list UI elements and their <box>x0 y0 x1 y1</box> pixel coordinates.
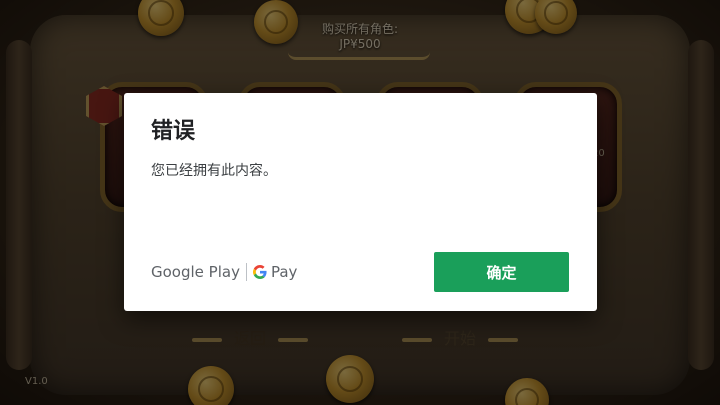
dialog-title: 错误 <box>151 119 196 144</box>
google-g-icon <box>252 265 267 279</box>
confirm-button[interactable]: 确定 <box>434 252 569 292</box>
google-play-text: Google Play <box>151 263 240 281</box>
google-play-gpay-brand: Google Play Pay <box>151 262 297 282</box>
dialog-message: 您已经拥有此内容。 <box>151 163 277 179</box>
gpay-text: Pay <box>270 263 298 281</box>
brand-divider <box>245 263 247 281</box>
game-screen: 购买所有角色: JP¥500 20 返回 开始 V1.0 错误 您已经拥有此内容… <box>0 0 720 405</box>
error-dialog: 错误 您已经拥有此内容。 Google Play Pay 确定 <box>124 93 597 311</box>
